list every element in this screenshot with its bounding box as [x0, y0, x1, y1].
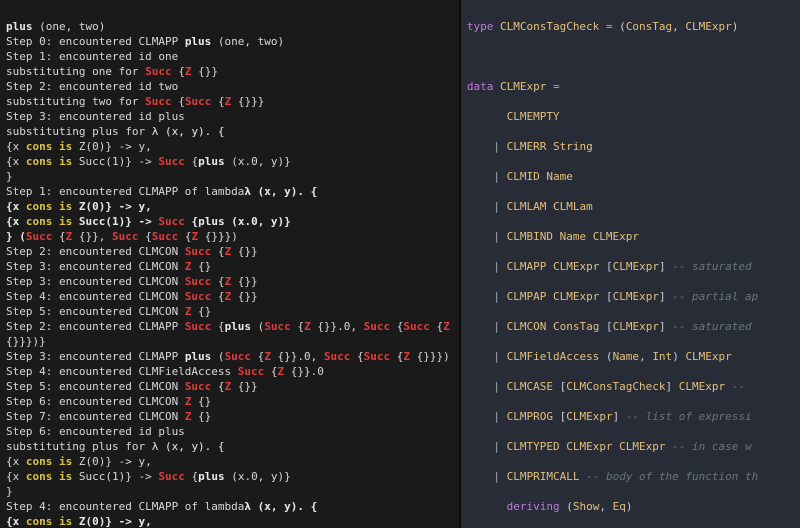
code-editor-pane[interactable]: type CLMConsTagCheck = (ConsTag, CLMExpr… — [461, 0, 800, 528]
code-line[interactable]: | CLMTYPED CLMExpr CLMExpr -- in case w — [467, 439, 794, 454]
code-line[interactable] — [467, 49, 794, 64]
code-line[interactable]: CLMEMPTY — [467, 109, 794, 124]
code-line[interactable]: | CLMFieldAccess (Name, Int) CLMExpr — [467, 349, 794, 364]
code-line[interactable]: | CLMERR String — [467, 139, 794, 154]
code-line[interactable]: | CLMBIND Name CLMExpr — [467, 229, 794, 244]
code-line[interactable]: | CLMAPP CLMExpr [CLMExpr] -- saturated — [467, 259, 794, 274]
code-line[interactable]: | CLMCASE [CLMConsTagCheck] CLMExpr -- — [467, 379, 794, 394]
code-line[interactable]: type CLMConsTagCheck = (ConsTag, CLMExpr… — [467, 19, 794, 34]
code-line[interactable]: | CLMLAM CLMLam — [467, 199, 794, 214]
code-line[interactable]: deriving (Show, Eq) — [467, 499, 794, 514]
terminal-output-pane[interactable]: plus (one, two) Step 0: encountered CLMA… — [0, 0, 459, 528]
code-line[interactable]: | CLMPAP CLMExpr [CLMExpr] -- partial ap — [467, 289, 794, 304]
code-line[interactable]: | CLMPRIMCALL -- body of the function th — [467, 469, 794, 484]
output-token: plus — [6, 20, 33, 33]
code-line[interactable]: data CLMExpr = — [467, 79, 794, 94]
code-line[interactable]: | CLMCON ConsTag [CLMExpr] -- saturated — [467, 319, 794, 334]
code-line[interactable]: | CLMID Name — [467, 169, 794, 184]
code-line[interactable]: | CLMPROG [CLMExpr] -- list of expressi — [467, 409, 794, 424]
